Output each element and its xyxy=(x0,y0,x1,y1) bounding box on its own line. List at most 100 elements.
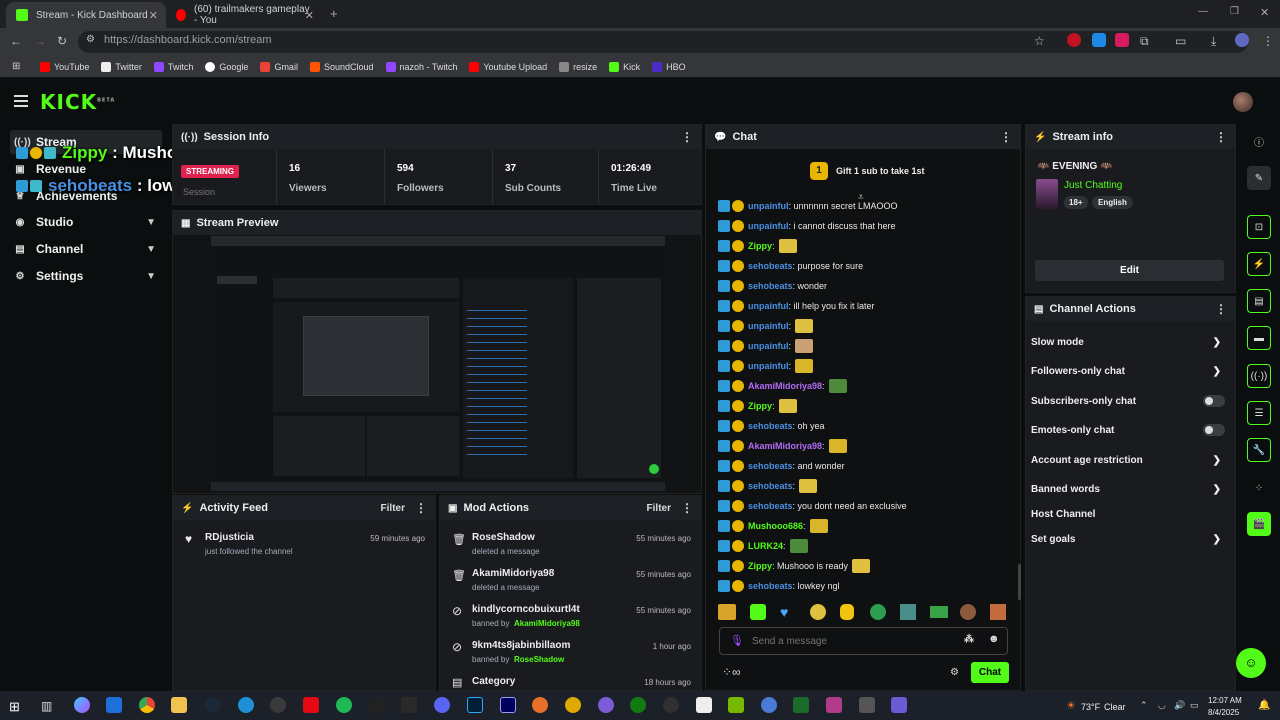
profile-icon[interactable] xyxy=(1235,33,1249,47)
app-icon[interactable] xyxy=(369,697,385,713)
url-text[interactable]: https://dashboard.kick.com/stream xyxy=(104,34,272,46)
hamburger-menu-icon[interactable] xyxy=(14,95,28,107)
wrench-icon[interactable]: 🔧 xyxy=(1247,438,1271,462)
photoshop-icon[interactable] xyxy=(467,697,483,713)
browser-menu-icon[interactable]: ⋮ xyxy=(1262,34,1274,48)
maximize-icon[interactable]: ❐ xyxy=(1230,6,1239,17)
broadcast-icon[interactable]: ((·)) xyxy=(1247,364,1271,388)
netflix-icon[interactable] xyxy=(303,697,319,713)
cast-icon[interactable]: ▭ xyxy=(1175,34,1186,48)
chat-username[interactable]: AkamiMidoriya98 xyxy=(748,381,822,391)
tab-kick-dashboard[interactable]: Stream - Kick Dashboard ✕ xyxy=(6,2,166,28)
chat-username[interactable]: AkamiMidoriya98 xyxy=(748,441,822,451)
followers-only-action[interactable]: Followers-only chat ❯ xyxy=(1031,361,1225,381)
emote-icon[interactable] xyxy=(840,604,854,620)
category-link[interactable]: Just Chatting xyxy=(1064,180,1122,191)
app-icon[interactable] xyxy=(761,697,777,713)
chat-username[interactable]: unpainful xyxy=(748,221,789,231)
document-icon[interactable]: ▤ xyxy=(1247,289,1271,313)
more-options-icon[interactable]: ⋮ xyxy=(1215,130,1227,144)
close-tab-icon[interactable]: ✕ xyxy=(149,9,158,22)
weather-text[interactable]: Clear xyxy=(1104,702,1126,712)
emote-icon[interactable] xyxy=(750,604,766,620)
extension-pink-icon[interactable] xyxy=(1115,33,1129,47)
copilot-icon[interactable] xyxy=(74,697,90,713)
discord-icon[interactable] xyxy=(434,697,450,713)
back-icon[interactable]: ← xyxy=(10,34,22,48)
chat-username[interactable]: unpainful xyxy=(748,301,789,311)
stack-icon[interactable]: ☰ xyxy=(1247,401,1271,425)
host-channel-action[interactable]: Host Channel xyxy=(1031,504,1225,524)
bookmark-youtube[interactable]: YouTube xyxy=(40,61,89,72)
minimize-icon[interactable]: — xyxy=(1198,6,1208,17)
reload-icon[interactable]: ↻ xyxy=(57,34,67,48)
tray-chevron-icon[interactable]: ⌃ xyxy=(1140,700,1148,711)
chat-username[interactable]: Mushooo686 xyxy=(748,521,803,531)
chat-username[interactable]: unpainful xyxy=(748,361,789,371)
more-options-icon[interactable]: ⋮ xyxy=(681,130,693,144)
chat-username[interactable]: unpainful xyxy=(748,341,789,351)
wifi-icon[interactable]: ◡ xyxy=(1158,700,1166,711)
chat-username[interactable]: Zippy xyxy=(748,561,772,571)
emoji-picker-icon[interactable]: ☻ xyxy=(988,633,1000,645)
send-chat-button[interactable]: Chat xyxy=(971,662,1009,683)
edit-stream-info-button[interactable]: Edit xyxy=(1035,260,1224,281)
kick-points-icon[interactable]: ⁘∞ xyxy=(722,665,741,679)
tab-youtube[interactable]: (60) trailmakers gameplay - You ✕ xyxy=(166,2,322,28)
chat-username[interactable]: unpainful xyxy=(748,201,789,211)
extension-blue-icon[interactable] xyxy=(1092,33,1106,47)
stream-preview-video[interactable] xyxy=(211,236,665,491)
slow-mode-action[interactable]: Slow mode ❯ xyxy=(1031,332,1225,352)
set-goals-action[interactable]: Set goals ❯ xyxy=(1031,529,1225,549)
chat-username[interactable]: LURK24 xyxy=(748,541,783,551)
info-icon[interactable]: ⓘ xyxy=(1247,129,1271,153)
emotes-only-toggle[interactable] xyxy=(1203,424,1225,436)
extensions-puzzle-icon[interactable]: ⧉ xyxy=(1140,34,1149,49)
apps-grid-icon[interactable]: ⊞ xyxy=(12,61,20,72)
download-icon[interactable]: ⤓ xyxy=(1211,34,1216,49)
app-icon[interactable] xyxy=(826,697,842,713)
sidebar-item-studio[interactable]: ◉ Studio ▼ xyxy=(10,210,162,234)
new-tab-icon[interactable]: + xyxy=(330,6,338,21)
edit-pencil-icon[interactable]: ✎ xyxy=(1247,166,1271,190)
bookmark-youtube-upload[interactable]: Youtube Upload xyxy=(469,61,547,72)
app-icon[interactable] xyxy=(598,697,614,713)
chat-username[interactable]: sehobeats xyxy=(748,461,793,471)
app-icon[interactable] xyxy=(891,697,907,713)
filter-button[interactable]: Filter xyxy=(381,503,405,514)
bookmark-soundcloud[interactable]: SoundCloud xyxy=(309,61,374,72)
app-icon[interactable] xyxy=(793,697,809,713)
bookmark-star-icon[interactable]: ☆ xyxy=(1034,34,1045,48)
obs-icon[interactable] xyxy=(663,697,679,713)
user-avatar[interactable] xyxy=(1233,92,1253,112)
extension-red-icon[interactable] xyxy=(1067,33,1081,47)
bookmark-resize[interactable]: resize xyxy=(559,61,597,72)
banned-words-action[interactable]: Banned words ❯ xyxy=(1031,479,1225,499)
emote-icon[interactable] xyxy=(810,604,826,620)
heart-emote-icon[interactable]: ♥ xyxy=(780,604,796,620)
chat-scrollbar[interactable] xyxy=(1018,564,1021,600)
bookmark-google[interactable]: Google xyxy=(205,61,248,72)
more-options-icon[interactable]: ⋮ xyxy=(1000,130,1012,144)
chat-username[interactable]: Zippy xyxy=(748,401,772,411)
premiere-icon[interactable] xyxy=(500,697,516,713)
lightning-icon[interactable]: ⚡ xyxy=(1247,252,1271,276)
sidebar-item-channel[interactable]: ▤ Channel ▼ xyxy=(10,237,162,261)
chat-username[interactable]: sehobeats xyxy=(748,501,793,511)
pinned-gift-banner[interactable]: Gift 1 sub to take 1st xyxy=(836,166,925,176)
site-settings-icon[interactable]: ⚙ xyxy=(86,34,95,45)
volume-icon[interactable]: 🔊 xyxy=(1174,700,1185,711)
chat-input-box[interactable]: 🎙 ⁂ ☻ xyxy=(719,627,1008,655)
chat-username[interactable]: sehobeats xyxy=(748,281,793,291)
chat-username[interactable]: sehobeats xyxy=(748,481,793,491)
sidebar-item-settings[interactable]: ⚙ Settings ▼ xyxy=(10,264,162,288)
category-thumbnail[interactable] xyxy=(1036,179,1058,209)
battery-icon[interactable]: ▭ xyxy=(1190,700,1199,711)
app-icon[interactable] xyxy=(270,697,286,713)
epic-games-icon[interactable] xyxy=(401,697,417,713)
steam-icon[interactable] xyxy=(205,697,221,713)
emote-icon[interactable] xyxy=(900,604,916,620)
capcut-icon[interactable] xyxy=(696,697,712,713)
app-icon[interactable] xyxy=(565,697,581,713)
emote-icon[interactable] xyxy=(930,606,948,618)
